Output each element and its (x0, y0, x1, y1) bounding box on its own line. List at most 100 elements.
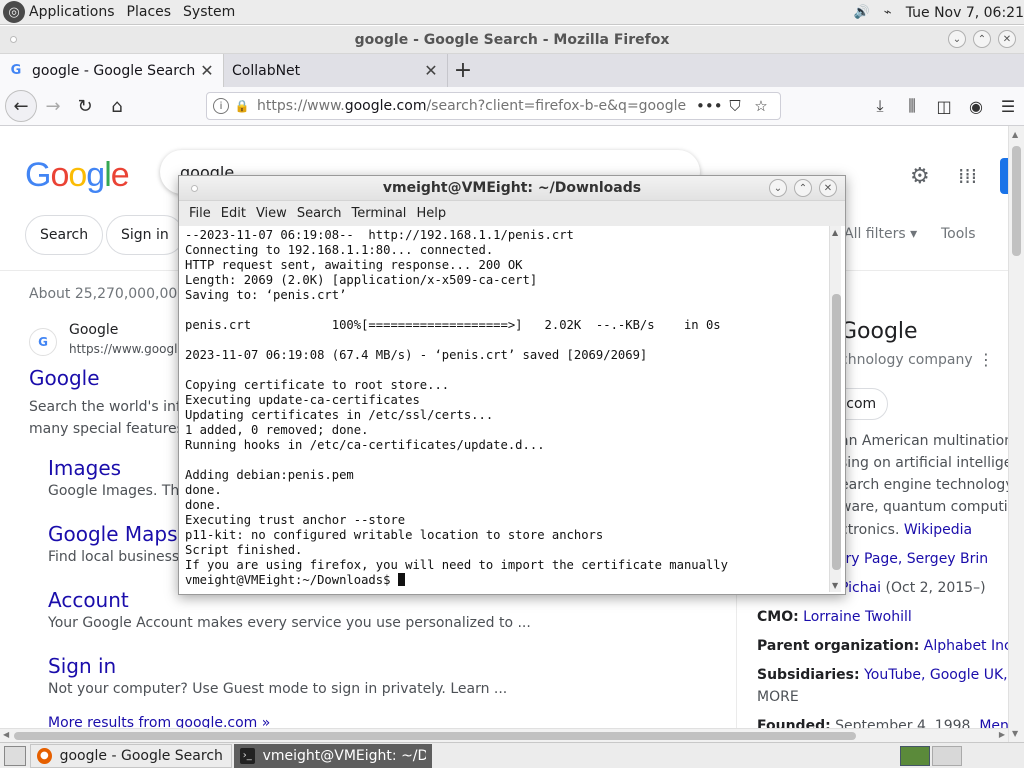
founders-links[interactable]: rry Page, Sergey Brin (840, 551, 988, 567)
menu-search[interactable]: Search (297, 206, 342, 221)
result-site-name[interactable]: Google (69, 322, 118, 338)
scroll-down-arrow-icon[interactable]: ▼ (1012, 729, 1018, 738)
terminal-titlebar[interactable]: vmeight@VMEight: ~/Downloads ⌄ ⌃ ✕ (179, 176, 845, 201)
terminal-output[interactable]: --2023-11-07 06:19:08-- http://192.168.1… (179, 226, 829, 592)
terminal-window: vmeight@VMEight: ~/Downloads ⌄ ⌃ ✕ File … (178, 175, 846, 595)
menu-edit[interactable]: Edit (221, 206, 246, 221)
tab-google-search[interactable]: G google - Google Search ✕ (0, 54, 224, 87)
minimize-button[interactable]: ⌄ (948, 30, 966, 48)
terminal-line: Script finished. (185, 543, 303, 557)
fact-subsidiaries: Subsidiaries: YouTube, Google UK, Fi (757, 667, 1008, 683)
terminal-line: Executing update-ca-certificates (185, 393, 420, 407)
maximize-button[interactable]: ⌃ (973, 30, 991, 48)
terminal-line: penis.crt 100%[===================>] 2.0… (185, 318, 721, 332)
terminal-line: Connecting to 192.168.1.1:80... connecte… (185, 243, 494, 257)
pocket-icon[interactable]: ⛉ (722, 97, 748, 115)
sidebar-icon[interactable]: ◫ (928, 90, 960, 122)
minimize-button[interactable]: ⌄ (769, 179, 787, 197)
menu-system[interactable]: System (183, 4, 235, 20)
network-icon[interactable]: ⌁ (878, 4, 898, 22)
show-desktop-button[interactable] (4, 745, 26, 766)
terminal-scrollbar[interactable]: ▲ ▼ (829, 226, 841, 592)
ceo-link[interactable]: Pichai (840, 580, 881, 596)
workspace-2[interactable] (932, 746, 962, 766)
tools-button[interactable]: Tools (941, 226, 976, 242)
forward-button[interactable]: → (37, 90, 69, 122)
clock[interactable]: Tue Nov 7, 06:21 (906, 5, 1024, 21)
maximize-button[interactable]: ⌃ (794, 179, 812, 197)
workspace-1[interactable] (900, 746, 930, 766)
tab-strip: G google - Google Search ✕ CollabNet ✕ + (0, 54, 1024, 87)
logo-letter: o (50, 156, 69, 194)
terminal-line: Updating certificates in /etc/ssl/certs.… (185, 408, 494, 422)
scroll-left-arrow-icon[interactable]: ◀ (3, 730, 9, 739)
scroll-right-arrow-icon[interactable]: ▶ (999, 730, 1005, 739)
terminal-icon: ›_ (240, 747, 255, 764)
terminal-line: Length: 2069 (2.0K) [application/x-x509-… (185, 273, 538, 287)
url-bar[interactable]: i 🔒 https://www.google.com/search?client… (206, 92, 781, 120)
sublink-google-maps[interactable]: Google Maps (48, 522, 178, 546)
downloads-icon[interactable]: ⤓ (864, 90, 896, 122)
page-vertical-scrollbar[interactable]: ▲ ▼ (1008, 126, 1024, 742)
scroll-down-arrow-icon[interactable]: ▼ (832, 581, 838, 590)
url-text[interactable]: https://www.google.com/search?client=fir… (257, 98, 696, 114)
sublink-description: Find local businesse (48, 549, 188, 565)
scroll-up-arrow-icon[interactable]: ▲ (1012, 130, 1018, 139)
task-terminal[interactable]: ›_ vmeight@VMEight: ~/D... (234, 743, 432, 768)
all-filters-button[interactable]: All filters ▾ (844, 226, 917, 242)
back-button[interactable]: ← (5, 90, 37, 122)
scrollbar-thumb[interactable] (1012, 146, 1021, 256)
reload-button[interactable]: ↻ (69, 90, 101, 122)
task-firefox[interactable]: ● google - Google Search ... (30, 743, 232, 768)
tab-collabnet[interactable]: CollabNet ✕ (224, 54, 448, 87)
ceo-fact: Pichai (Oct 2, 2015–) (840, 580, 986, 596)
menu-places[interactable]: Places (127, 4, 172, 20)
sublink-description: Google Images. The (48, 483, 188, 499)
window-menu-icon[interactable] (191, 185, 198, 192)
close-button[interactable]: ✕ (819, 179, 837, 197)
google-logo[interactable]: Google (25, 156, 130, 195)
sign-in-button[interactable] (1000, 158, 1008, 194)
wikipedia-link[interactable]: Wikipedia (904, 522, 972, 538)
sublink-sign-in[interactable]: Sign in (48, 654, 116, 678)
page-horizontal-scrollbar[interactable]: ◀ ▶ (0, 728, 1008, 742)
menu-help[interactable]: Help (416, 206, 446, 221)
close-button[interactable]: ✕ (998, 30, 1016, 48)
bookmark-star-icon[interactable]: ☆ (748, 97, 774, 115)
window-menu-icon[interactable] (10, 36, 17, 43)
scrollbar-thumb[interactable] (14, 732, 856, 740)
settings-gear-icon[interactable]: ⚙ (910, 164, 930, 189)
lock-icon[interactable]: 🔒 (235, 99, 250, 113)
library-icon[interactable]: ⫼ (896, 90, 928, 122)
menu-applications[interactable]: Applications (29, 4, 115, 20)
terminal-line: p11-kit: no configured writable location… (185, 528, 604, 542)
result-title-link[interactable]: Google (29, 366, 100, 390)
page-actions-icon[interactable]: ••• (696, 97, 723, 115)
volume-icon[interactable]: 🔊 (852, 4, 872, 22)
distro-logo-icon[interactable]: ◎ (3, 1, 25, 23)
new-tab-button[interactable]: + (448, 54, 478, 87)
scroll-up-arrow-icon[interactable]: ▲ (832, 228, 838, 237)
terminal-prompt[interactable]: vmeight@VMEight:~/Downloads$ (185, 573, 829, 588)
account-icon[interactable]: ◉ (960, 90, 992, 122)
menu-file[interactable]: File (189, 206, 211, 221)
more-options-icon[interactable]: ⋮ (978, 350, 994, 369)
menu-view[interactable]: View (256, 206, 287, 221)
more-subsidiaries-link[interactable]: MORE (757, 689, 799, 705)
tab-close-icon[interactable]: ✕ (199, 61, 215, 80)
result-site-url[interactable]: https://www.google.c (69, 342, 195, 356)
sublink-images[interactable]: Images (48, 456, 121, 480)
search-chip[interactable]: Search (25, 215, 104, 255)
site-info-icon[interactable]: i (213, 98, 229, 114)
menu-terminal[interactable]: Terminal (351, 206, 406, 221)
apps-grid-icon[interactable]: ⁞⁞⁞ (958, 164, 977, 188)
tab-close-icon[interactable]: ✕ (423, 61, 439, 80)
sign-in-chip[interactable]: Sign in (106, 215, 184, 255)
scrollbar-thumb[interactable] (832, 294, 841, 570)
tab-label: CollabNet (232, 62, 301, 79)
sublink-account[interactable]: Account (48, 588, 129, 612)
kp-description-line: sing on artificial intelligen (840, 455, 1008, 471)
home-button[interactable]: ⌂ (101, 90, 133, 122)
hamburger-menu-icon[interactable]: ☰ (992, 90, 1024, 122)
